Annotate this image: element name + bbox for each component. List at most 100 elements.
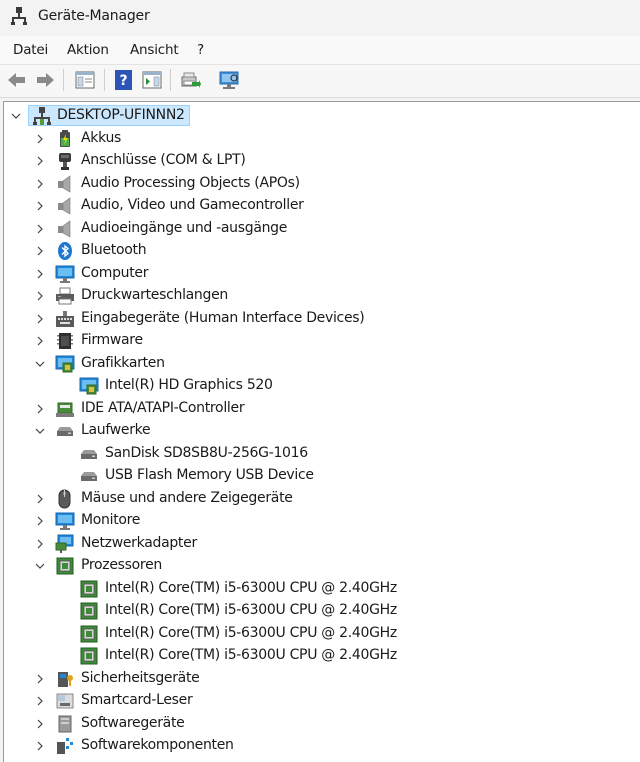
chevron-down-icon[interactable] xyxy=(9,109,23,123)
chevron-right-icon[interactable] xyxy=(33,402,47,416)
software-component-icon xyxy=(57,738,73,754)
chevron-right-icon[interactable] xyxy=(33,672,47,686)
tree-category[interactable]: Monitore xyxy=(0,510,640,532)
tree-category[interactable]: Softwarekomponenten xyxy=(0,735,640,757)
chevron-down-icon[interactable] xyxy=(33,559,47,573)
tree-category[interactable]: Netzwerkadapter xyxy=(0,533,640,555)
forward-icon[interactable] xyxy=(34,69,56,91)
tree-category[interactable]: IDE ATA/ATAPI-Controller xyxy=(0,398,640,420)
chevron-right-icon[interactable] xyxy=(33,132,47,146)
menu-aktion[interactable]: Aktion xyxy=(67,42,109,58)
chevron-right-icon[interactable] xyxy=(33,312,47,326)
device-label: Intel(R) Core(TM) i5-6300U CPU @ 2.40GHz xyxy=(105,602,397,618)
category-label: Mäuse und andere Zeigegeräte xyxy=(81,489,293,506)
computer-root-icon xyxy=(33,107,51,125)
tree-category[interactable]: Audioeingänge und -ausgänge xyxy=(0,218,640,240)
tree-category[interactable]: Eingabegeräte (Human Interface Devices) xyxy=(0,308,640,330)
menu-help[interactable]: ? xyxy=(197,42,204,58)
display-adapter-icon xyxy=(55,355,75,372)
tree-device[interactable]: Intel(R) Core(TM) i5-6300U CPU @ 2.40GHz xyxy=(0,645,640,667)
show-hide-console-tree-icon[interactable] xyxy=(141,69,163,91)
chevron-right-icon[interactable] xyxy=(33,492,47,506)
chevron-right-icon[interactable] xyxy=(33,222,47,236)
window-title: Geräte-Manager xyxy=(38,8,150,24)
drive-icon xyxy=(57,427,73,436)
scan-hardware-icon[interactable] xyxy=(218,69,240,91)
port-icon xyxy=(59,153,71,170)
tree-category[interactable]: Bluetooth xyxy=(0,240,640,262)
chevron-right-icon[interactable] xyxy=(33,334,47,348)
monitor-icon xyxy=(55,512,75,530)
software-device-icon xyxy=(58,715,72,732)
category-label: Anschlüsse (COM & LPT) xyxy=(81,152,246,168)
chevron-down-icon[interactable] xyxy=(33,424,47,438)
device-label: SanDisk SD8SB8U-256G-1016 xyxy=(105,444,308,461)
chevron-right-icon[interactable] xyxy=(33,739,47,753)
chevron-right-icon[interactable] xyxy=(33,537,47,551)
tree-device[interactable]: Intel(R) Core(TM) i5-6300U CPU @ 2.40GHz xyxy=(0,600,640,622)
chevron-right-icon[interactable] xyxy=(33,267,47,281)
mouse-icon xyxy=(58,489,71,508)
battery-icon xyxy=(60,129,70,147)
tree-category[interactable]: Audio Processing Objects (APOs) xyxy=(0,173,640,195)
tree-category[interactable]: Prozessoren xyxy=(0,555,640,577)
chevron-down-icon[interactable] xyxy=(33,357,47,371)
category-label: Laufwerke xyxy=(81,422,151,438)
tree-root[interactable]: DESKTOP-UFINNN2 xyxy=(0,105,640,127)
tree-category[interactable]: Akkus xyxy=(0,128,640,150)
processor-icon xyxy=(56,557,74,575)
category-label: Monitore xyxy=(81,512,141,528)
category-label: Akkus xyxy=(81,129,122,146)
chevron-right-icon[interactable] xyxy=(33,154,47,168)
chevron-right-icon[interactable] xyxy=(33,199,47,213)
processor-icon xyxy=(80,602,98,620)
chevron-right-icon[interactable] xyxy=(33,289,47,303)
processor-icon xyxy=(80,580,98,597)
category-label: Computer xyxy=(81,264,149,281)
tree-category[interactable]: Softwaregeräte xyxy=(0,713,640,735)
category-label: Prozessoren xyxy=(81,557,162,573)
printer-icon xyxy=(56,287,74,305)
update-driver-icon[interactable] xyxy=(179,69,201,91)
processor-icon xyxy=(80,647,98,665)
chevron-right-icon[interactable] xyxy=(33,694,47,708)
tree-category[interactable]: Firmware xyxy=(0,330,640,352)
menu-datei[interactable]: Datei xyxy=(13,42,48,58)
chevron-right-icon[interactable] xyxy=(33,514,47,528)
ide-controller-icon xyxy=(56,402,74,417)
tree-device[interactable]: Intel(R) HD Graphics 520 xyxy=(0,375,640,397)
processor-icon xyxy=(80,625,98,642)
tree-category[interactable]: Audio, Video und Gamecontroller xyxy=(0,195,640,217)
tree-category[interactable]: Grafikkarten xyxy=(0,353,640,375)
chevron-right-icon[interactable] xyxy=(33,717,47,731)
tree-category[interactable]: Laufwerke xyxy=(0,420,640,442)
chevron-right-icon[interactable] xyxy=(33,244,47,258)
tree-category[interactable]: Sicherheitsgeräte xyxy=(0,668,640,690)
menu-ansicht[interactable]: Ansicht xyxy=(130,42,179,58)
back-icon[interactable] xyxy=(6,69,28,91)
tree-category[interactable]: Druckwarteschlangen xyxy=(0,285,640,307)
tree-category[interactable]: Smartcard-Leser xyxy=(0,690,640,712)
tree-device[interactable]: USB Flash Memory USB Device xyxy=(0,465,640,487)
device-label: Intel(R) Core(TM) i5-6300U CPU @ 2.40GHz xyxy=(105,647,397,663)
drive-icon xyxy=(81,472,97,481)
toolbar-separator xyxy=(170,69,171,91)
tree-device[interactable]: Intel(R) Core(TM) i5-6300U CPU @ 2.40GHz xyxy=(0,578,640,600)
properties-icon[interactable] xyxy=(74,69,96,91)
category-label: Eingabegeräte (Human Interface Devices) xyxy=(81,309,365,326)
help-icon[interactable]: ? xyxy=(113,69,135,91)
tree-category[interactable]: Anschlüsse (COM & LPT) xyxy=(0,150,640,172)
category-label: IDE ATA/ATAPI-Controller xyxy=(81,399,245,416)
device-label: USB Flash Memory USB Device xyxy=(105,467,314,483)
hid-icon xyxy=(56,310,74,327)
firmware-icon xyxy=(57,333,73,349)
tree-device[interactable]: SanDisk SD8SB8U-256G-1016 xyxy=(0,443,640,465)
tree-category[interactable]: Computer xyxy=(0,263,640,285)
chevron-right-icon[interactable] xyxy=(33,177,47,191)
smartcard-icon xyxy=(56,693,74,709)
category-label: Smartcard-Leser xyxy=(81,692,193,708)
category-label: Softwaregeräte xyxy=(81,714,185,731)
tree-category[interactable]: Mäuse und andere Zeigegeräte xyxy=(0,488,640,510)
tree-device[interactable]: Intel(R) Core(TM) i5-6300U CPU @ 2.40GHz xyxy=(0,623,640,645)
monitor-icon xyxy=(55,265,75,283)
